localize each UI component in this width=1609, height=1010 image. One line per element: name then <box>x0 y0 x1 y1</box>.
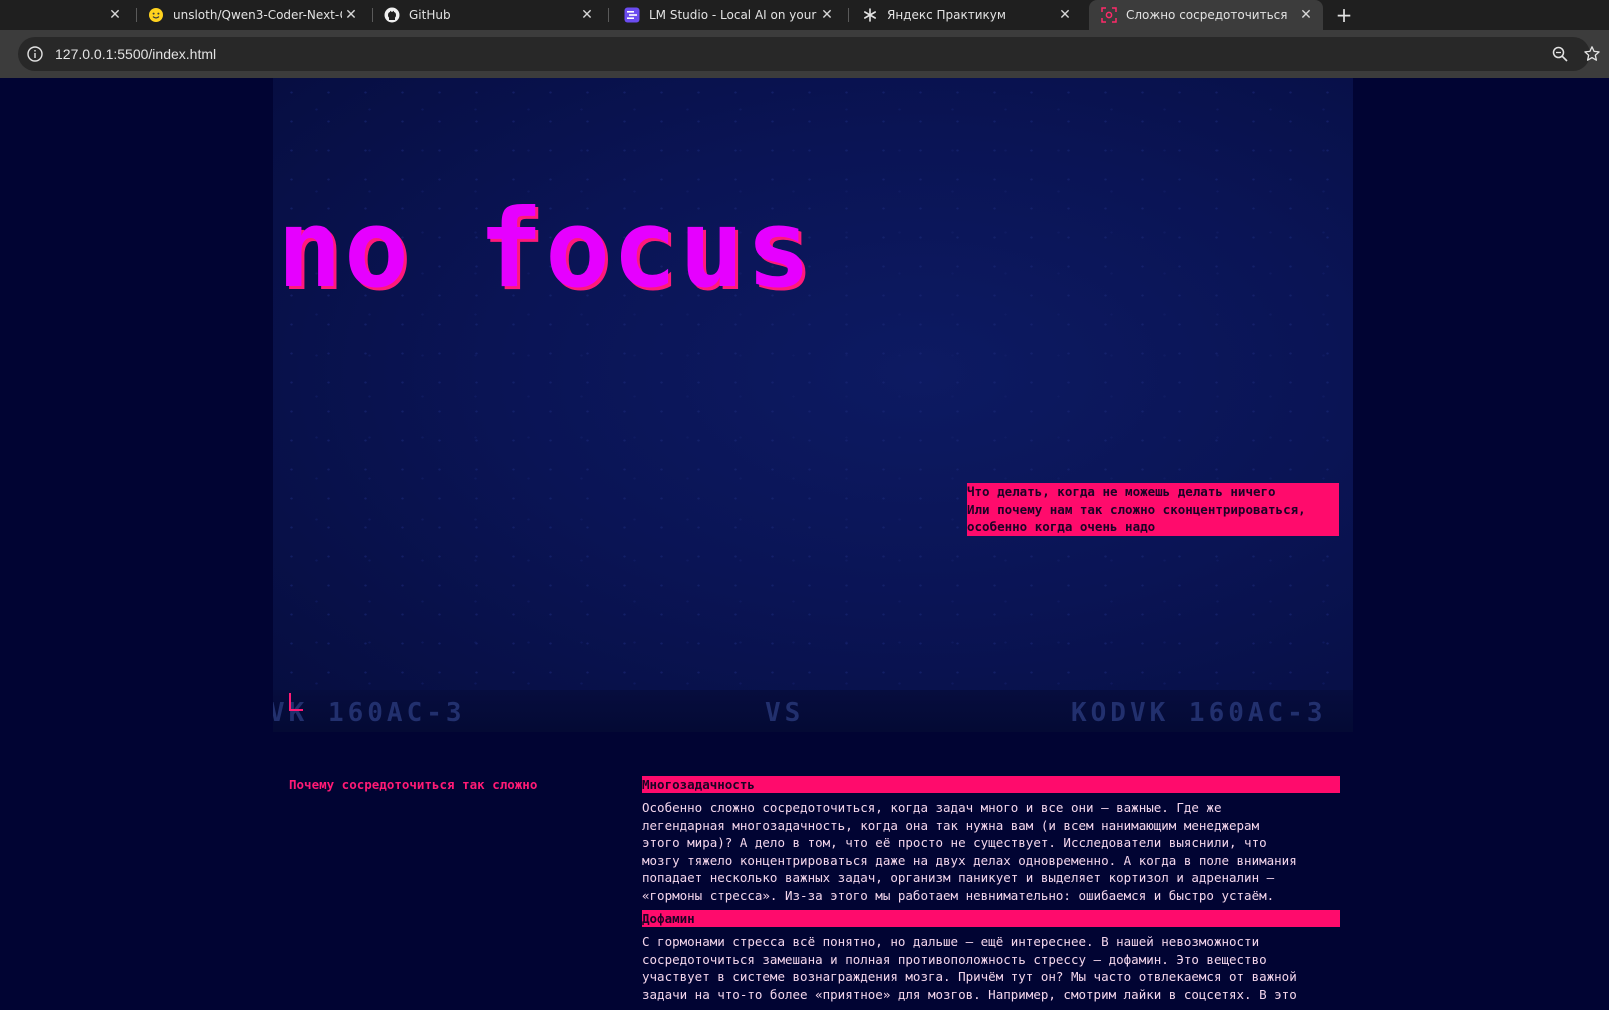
close-icon[interactable]: ✕ <box>106 6 124 24</box>
site-info-icon[interactable] <box>26 45 44 63</box>
section-heading-multitasking: Многозадачность <box>642 776 1340 793</box>
new-tab-button[interactable]: + <box>1331 0 1357 30</box>
tab-title: Яндекс Практикум <box>887 8 1006 22</box>
tab-github[interactable]: GitHub ✕ <box>372 0 604 30</box>
subtitle-line: Что делать, когда не можешь делать ничег… <box>967 484 1276 499</box>
text-line: сосредоточиться замешана и полная против… <box>642 951 1267 967</box>
bookmark-star-icon[interactable] <box>1583 45 1601 63</box>
focus-target-icon <box>1101 7 1117 23</box>
tab-strip: ✕ unsloth/Qwen3-Coder-Next-G ✕ GitHub ✕ … <box>0 0 1609 30</box>
text-line: легендарная многозадачность, когда она т… <box>642 817 1260 833</box>
text-line: Особенно сложно сосредоточиться, когда з… <box>642 800 1222 815</box>
tab-unsloth[interactable]: unsloth/Qwen3-Coder-Next-G ✕ <box>136 0 368 30</box>
text-line: этого мира)? А дело в том, что её просто… <box>642 835 1267 850</box>
text-line: попадает несколько важных задач, организ… <box>642 870 1275 885</box>
tab-separator <box>848 8 849 22</box>
zoom-icon[interactable] <box>1551 45 1569 63</box>
hero-subtitle: Что делать, когда не можешь делать ничег… <box>967 483 1339 536</box>
hero-title: no focus <box>277 187 814 312</box>
page-content: no focus VK 160AC-3 VS KODVK 160AC-3 Что… <box>0 78 1609 1010</box>
corner-marker <box>289 693 303 711</box>
tab-title: LM Studio - Local AI on your co <box>649 8 818 22</box>
address-bar[interactable]: 127.0.0.1:5500/index.html <box>18 37 1600 71</box>
text-line: задачи на что-то более «приятное» для мо… <box>642 986 1297 1002</box>
section-text-dopamine: С гормонами стресса всё понятно, но даль… <box>642 933 1340 1003</box>
film-edge-text: VS <box>765 698 805 728</box>
url-text[interactable]: 127.0.0.1:5500/index.html <box>55 37 216 71</box>
film-edge-strip: VK 160AC-3 VS KODVK 160AC-3 <box>273 690 1353 732</box>
tab-blank[interactable]: ✕ <box>0 0 132 30</box>
aside-heading: Почему сосредоточиться так сложно <box>289 777 538 792</box>
tab-yandex-practicum[interactable]: Яндекс Практикум ✕ <box>850 0 1082 30</box>
close-icon[interactable]: ✕ <box>1056 6 1074 24</box>
close-icon[interactable]: ✕ <box>342 6 360 24</box>
subtitle-line: особенно когда очень надо <box>967 519 1156 534</box>
lm-studio-icon <box>624 7 640 23</box>
close-icon[interactable]: ✕ <box>578 6 596 24</box>
tab-separator <box>608 8 609 22</box>
text-line: С гормонами стресса всё понятно, но даль… <box>642 934 1260 949</box>
close-icon[interactable]: ✕ <box>818 6 836 24</box>
yandex-practicum-icon <box>862 7 878 23</box>
film-edge-text: KODVK 160AC-3 <box>1071 698 1327 728</box>
close-icon[interactable]: ✕ <box>1297 6 1315 24</box>
tab-focus-page[interactable]: Сложно сосредоточиться ✕ <box>1089 0 1323 30</box>
tab-title: GitHub <box>409 8 451 22</box>
tab-title: Сложно сосредоточиться <box>1126 8 1288 22</box>
section-heading-dopamine: Дофамин <box>642 910 1340 927</box>
subtitle-line: Или почему нам так сложно сконцентрирова… <box>967 501 1306 517</box>
text-line: «гормоны стресса». Из-за этого мы работа… <box>642 887 1275 903</box>
article: Многозадачность Особенно сложно сосредот… <box>642 776 1340 1009</box>
text-line: мозгу тяжело концентрироваться даже на д… <box>642 852 1297 868</box>
github-icon <box>384 7 400 23</box>
text-line: участвует в системе вознаграждения мозга… <box>642 969 1297 984</box>
section-text-multitasking: Особенно сложно сосредоточиться, когда з… <box>642 799 1340 904</box>
browser-toolbar: 127.0.0.1:5500/index.html <box>0 30 1609 78</box>
hero-image: no focus VK 160AC-3 VS KODVK 160AC-3 <box>273 78 1353 732</box>
hugging-face-icon <box>148 7 164 23</box>
tab-lm-studio[interactable]: LM Studio - Local AI on your co ✕ <box>612 0 844 30</box>
tab-title: unsloth/Qwen3-Coder-Next-G <box>173 8 342 22</box>
